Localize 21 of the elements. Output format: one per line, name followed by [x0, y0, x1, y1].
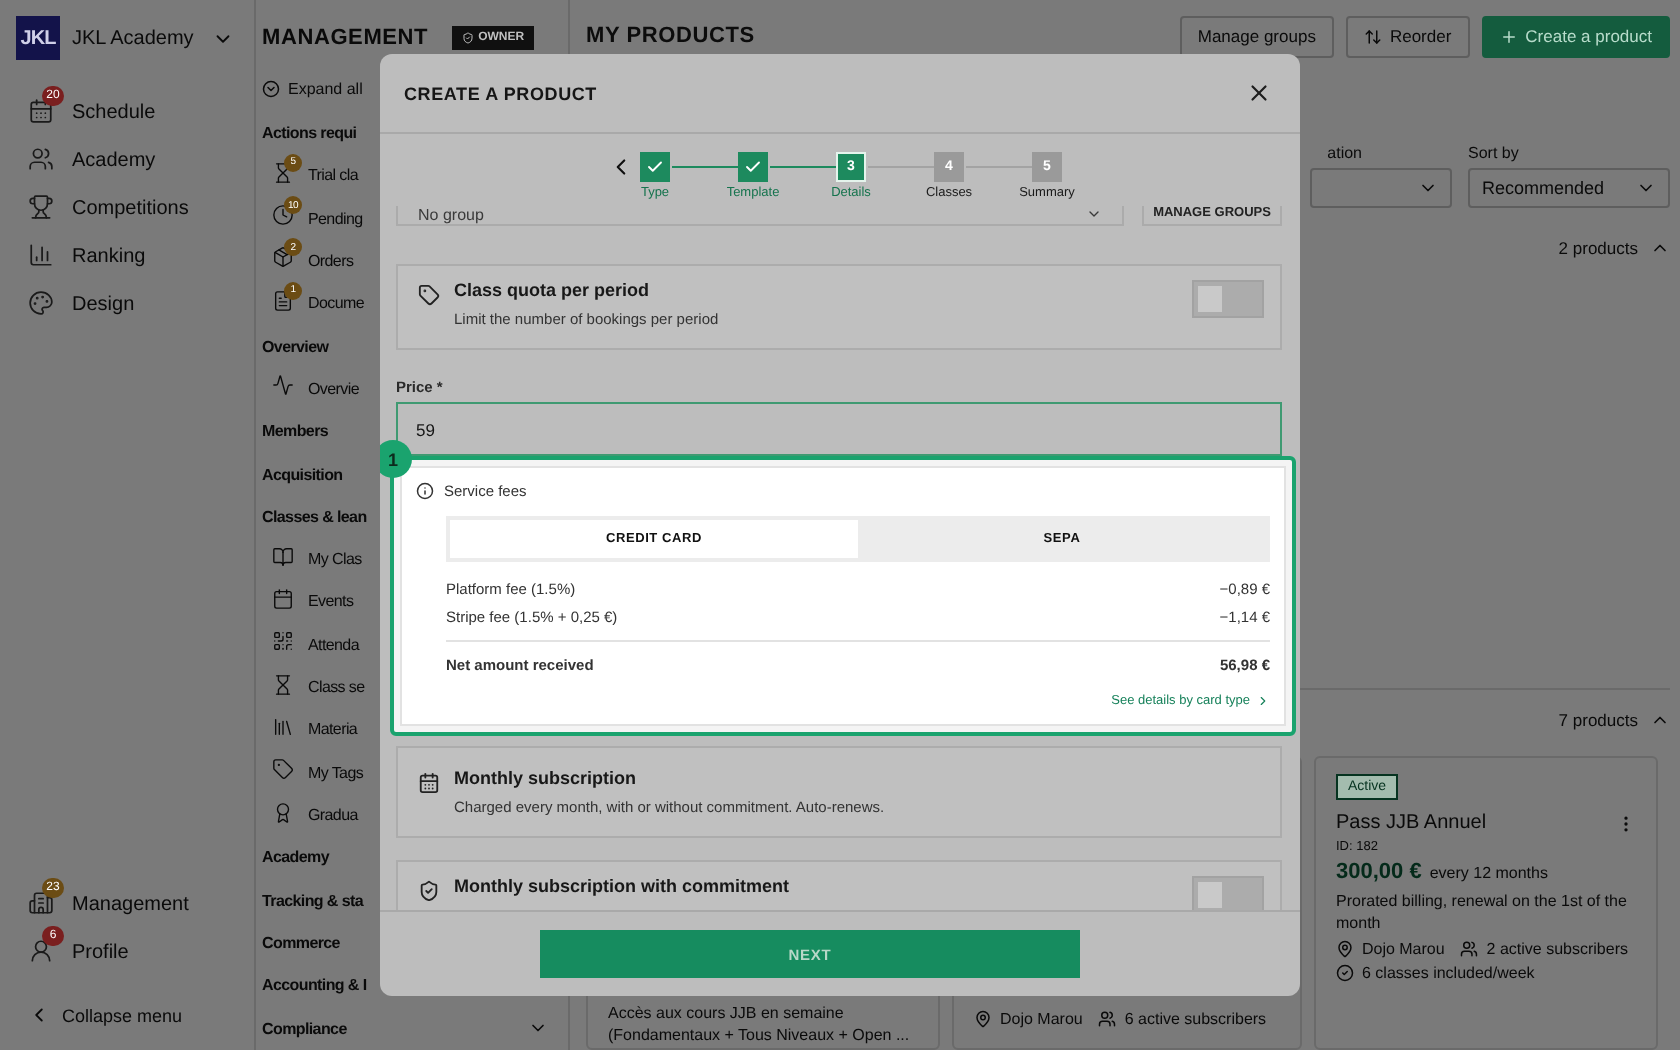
billing-note: Prorated billing, renewal on the 1st of the month: [1336, 890, 1629, 934]
option-title: Monthly subscription: [454, 768, 638, 788]
section-title: MANAGEMENT: [262, 25, 429, 50]
dialog-title: CREATE A PRODUCT: [404, 83, 597, 103]
filter-label: Sort by: [1468, 144, 1521, 162]
product-subscribers: 2 active subscribers: [1486, 940, 1628, 958]
billing-period: every 12 months: [1429, 864, 1548, 882]
product-location: Dojo Marou: [1361, 940, 1445, 958]
academy-name: JKL Academy: [72, 27, 196, 49]
option-title: Class quota per period: [454, 280, 652, 300]
product-subscribers: 6 active subscribers: [1124, 1010, 1267, 1028]
academy-logo: JKL: [16, 16, 60, 60]
classes-included: 6 classes included/week: [1362, 964, 1535, 982]
option-title: Monthly subscription with commitment: [454, 876, 792, 896]
filter-label: ation: [1327, 144, 1362, 162]
product-description: Accès aux cours JJB en semaine (Fondamentaux + Tous Niveaux + Open ...: [608, 1002, 912, 1046]
product-price: 300,00 €: [1336, 860, 1422, 884]
page-title: MY PRODUCTS: [586, 24, 757, 48]
product-name: Pass JJB Annuel: [1336, 812, 1487, 834]
product-location: Dojo Marou: [1000, 1010, 1083, 1028]
step-marker: 1: [380, 440, 412, 478]
